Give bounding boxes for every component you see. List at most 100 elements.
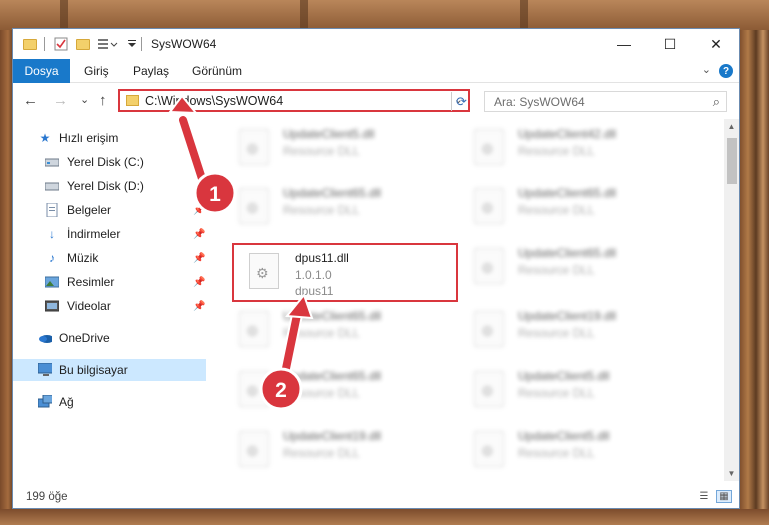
file-description: Resource DLL (283, 144, 360, 158)
search-input[interactable]: Ara: SysWOW64 ⌕ (484, 91, 727, 112)
sidebar-item-label: İndirmeler (67, 227, 121, 241)
search-icon[interactable]: ⌕ (713, 94, 720, 110)
file-name: UpdateClient65.dll (518, 246, 617, 260)
list-item[interactable]: ⚙ UpdateClient65.dll Resource DLL (472, 244, 692, 296)
sidebar-item-videos[interactable]: Videolar 📌 (13, 295, 206, 317)
address-path[interactable]: C:\Windows\SysWOW64 (145, 94, 283, 108)
sidebar-item-disk-d[interactable]: Yerel Disk (D:) (13, 175, 206, 197)
file-name: UpdateClient19.dll (283, 429, 382, 443)
maximize-button[interactable]: ☐ (647, 29, 693, 59)
network-icon (38, 395, 52, 409)
file-description: Resource DLL (283, 446, 360, 460)
desktop-background-bottom (0, 509, 769, 525)
tab-share[interactable]: Paylaş (133, 64, 169, 78)
sidebar-item-label: Yerel Disk (C:) (67, 155, 144, 169)
properties-icon[interactable] (53, 36, 69, 52)
pin-icon[interactable]: 📌 (193, 301, 205, 312)
forward-button[interactable]: → (53, 92, 68, 109)
sidebar-item-onedrive[interactable]: OneDrive (13, 327, 206, 349)
sidebar-item-label: OneDrive (59, 331, 110, 345)
chevron-down-icon[interactable] (126, 36, 142, 52)
file-description: Resource DLL (283, 386, 360, 400)
ribbon-tabs: Dosya Giriş Paylaş Görünüm ⌄ ? (13, 59, 739, 83)
list-item[interactable]: ⚙ UpdateClient42.dll Resource DLL (472, 125, 692, 177)
dll-file-icon: ⚙ (474, 311, 504, 347)
back-button[interactable]: ← (23, 92, 38, 109)
scroll-down-button[interactable]: ▼ (724, 466, 739, 481)
file-description: Resource DLL (283, 326, 360, 340)
dll-file-icon: ⚙ (474, 371, 504, 407)
list-item[interactable]: ⚙ UpdateClient65.dll Resource DLL (472, 184, 692, 236)
sidebar-item-label: Belgeler (67, 203, 112, 217)
tab-home[interactable]: Giriş (84, 64, 109, 78)
details-view-icon[interactable]: ☰ (696, 490, 712, 503)
tab-file[interactable]: Dosya (13, 59, 70, 83)
drive-icon (45, 155, 59, 169)
sidebar-item-label: Resimler (67, 275, 115, 289)
help-icon[interactable]: ? (719, 64, 733, 78)
separator (141, 37, 142, 51)
list-item[interactable]: ⚙ UpdateClient19.dll Resource DLL (472, 307, 692, 359)
sidebar-item-network[interactable]: Ağ (13, 391, 206, 413)
pin-icon[interactable]: 📌 (193, 277, 205, 288)
new-folder-icon[interactable] (75, 36, 91, 52)
tiles-view-icon[interactable]: ▦ (716, 490, 732, 503)
title-bar: SysWOW64 — ☐ ✕ (13, 29, 739, 59)
sidebar-item-this-pc[interactable]: Bu bilgisayar (13, 359, 206, 381)
sidebar-item-label: Bu bilgisayar (59, 363, 128, 377)
star-icon: ★ (39, 131, 51, 145)
file-description: Resource DLL (518, 144, 595, 158)
navigation-bar: ← → ⌄ ↑ C:\Windows\SysWOW64 ⌄ ⟳ Ara: Sys… (13, 84, 739, 118)
item-count: 199 öğe (26, 491, 68, 503)
sidebar-item-quick-access[interactable]: ★ Hızlı erişim (13, 127, 206, 149)
tab-view[interactable]: Görünüm (192, 64, 242, 78)
pin-icon[interactable]: 📌 (193, 253, 205, 264)
sidebar-item-pictures[interactable]: Resimler 📌 (13, 271, 206, 293)
file-description: Resource DLL (518, 386, 595, 400)
dll-file-icon: ⚙ (239, 129, 269, 165)
list-item[interactable]: ⚙ UpdateClient65.dll Resource DLL (237, 184, 457, 236)
dll-file-icon: ⚙ (239, 188, 269, 224)
vertical-scrollbar[interactable]: ▲ ▼ (724, 119, 739, 481)
sidebar-item-downloads[interactable]: ↓ İndirmeler 📌 (13, 223, 206, 245)
pin-icon[interactable]: 📌 (193, 205, 205, 216)
search-placeholder: Ara: SysWOW64 (494, 95, 585, 109)
dll-file-icon: ⚙ (239, 431, 269, 467)
dll-file-icon: ⚙ (474, 248, 504, 284)
address-bar[interactable]: C:\Windows\SysWOW64 ⌄ (118, 89, 470, 112)
list-item[interactable]: ⚙ UpdateClient65.dll Resource DLL (237, 307, 457, 359)
scroll-up-button[interactable]: ▲ (724, 119, 739, 134)
file-name: UpdateClient65.dll (283, 186, 382, 200)
list-item[interactable]: ⚙ UpdateClient5.dll Resource DLL (472, 427, 692, 479)
expand-ribbon-icon[interactable]: ⌄ (702, 63, 711, 76)
file-name: UpdateClient5.dll (283, 127, 375, 141)
computer-icon (38, 363, 52, 377)
dll-file-icon: ⚙ (474, 188, 504, 224)
folder-icon[interactable] (22, 36, 38, 52)
scroll-thumb[interactable] (727, 138, 737, 184)
list-item[interactable]: ⚙ UpdateClient65.dll Resource DLL (237, 367, 457, 419)
window-title: SysWOW64 (151, 37, 217, 51)
dll-file-icon: ⚙ (474, 129, 504, 165)
close-button[interactable]: ✕ (693, 29, 739, 59)
list-item[interactable]: ⚙ UpdateClient5.dll Resource DLL (237, 125, 457, 177)
up-button[interactable]: ↑ (99, 92, 107, 109)
file-name: UpdateClient19.dll (518, 309, 617, 323)
list-item[interactable]: ⚙ UpdateClient5.dll Resource DLL (472, 367, 692, 419)
recent-locations-button[interactable]: ⌄ (80, 93, 89, 106)
file-description: Resource DLL (283, 203, 360, 217)
video-icon (45, 299, 59, 313)
list-item[interactable]: ⚙ UpdateClient19.dll Resource DLL (237, 427, 457, 479)
customize-quick-access-icon[interactable] (97, 36, 118, 52)
sidebar-item-documents[interactable]: Belgeler 📌 (13, 199, 206, 221)
sidebar-item-label: Hızlı erişim (59, 131, 119, 145)
background-tree (300, 0, 308, 30)
file-name: UpdateClient42.dll (518, 127, 617, 141)
sidebar-item-disk-c[interactable]: Yerel Disk (C:) (13, 151, 206, 173)
sidebar-item-music[interactable]: ♪ Müzik 📌 (13, 247, 206, 269)
pin-icon[interactable]: 📌 (193, 229, 205, 240)
minimize-button[interactable]: — (601, 29, 647, 59)
pictures-icon (45, 275, 59, 289)
refresh-button[interactable]: ⟳ (451, 92, 471, 111)
sidebar-item-label: Ağ (59, 395, 74, 409)
